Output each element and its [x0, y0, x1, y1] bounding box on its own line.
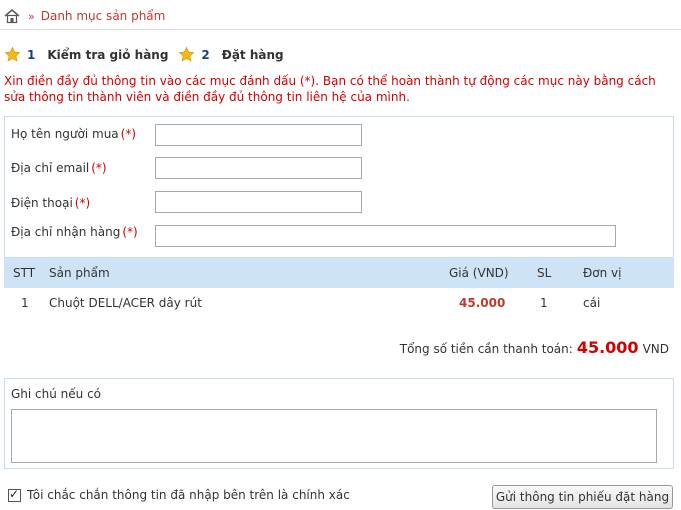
required-mark: (*): [120, 127, 137, 141]
checkout-steps: 1 Kiểm tra giỏ hàng 2 Đặt hàng: [4, 46, 294, 63]
total-currency: VND: [642, 342, 669, 356]
col-price: Giá (VND): [449, 266, 509, 280]
required-mark: (*): [74, 196, 91, 210]
breadcrumb-link-category[interactable]: Danh mục sản phẩm: [41, 9, 166, 23]
address-label: Địa chỉ nhận hàng: [11, 225, 121, 239]
buyer-info-form: Họ tên người mua (*) Địa chỉ email (*) Đ…: [4, 116, 674, 258]
table-row: 1 Chuột DELL/ACER dây rút 45.000 1 cái: [4, 288, 674, 316]
confirm-row: Tôi chắc chắn thông tin đã nhập bên trên…: [8, 487, 350, 502]
submit-order-button[interactable]: Gửi thông tin phiếu đặt hàng: [492, 485, 673, 509]
breadcrumb-separator-icon: »: [28, 9, 35, 23]
email-label: Địa chỉ email: [11, 161, 90, 175]
name-input[interactable]: [155, 124, 362, 146]
divider: [0, 29, 681, 30]
note-section: Ghi chú nếu có: [4, 378, 674, 469]
col-stt: STT: [13, 266, 36, 280]
required-mark: (*): [91, 161, 107, 175]
col-unit: Đơn vị: [583, 266, 622, 280]
star-icon: [178, 46, 195, 63]
phone-row: Điện thoại (*): [11, 196, 90, 210]
note-textarea[interactable]: [11, 409, 657, 463]
address-input[interactable]: [155, 225, 616, 247]
step-2-number: 2: [201, 47, 210, 62]
note-label: Ghi chú nếu có: [11, 387, 102, 401]
col-product: Sản phẩm: [49, 266, 110, 280]
step-2-label: Đặt hàng: [221, 47, 284, 62]
name-row: Họ tên người mua (*): [11, 127, 136, 141]
required-mark: (*): [122, 225, 138, 239]
row-product: Chuột DELL/ACER dây rút: [49, 296, 202, 310]
confirm-label: Tôi chắc chắn thông tin đã nhập bên trên…: [27, 488, 350, 502]
row-stt: 1: [21, 296, 29, 310]
row-unit: cái: [583, 296, 601, 310]
email-input[interactable]: [155, 157, 362, 179]
total-amount: 45.000: [576, 338, 639, 357]
step-1-number: 1: [27, 47, 36, 62]
step-1-label[interactable]: Kiểm tra giỏ hàng: [47, 48, 168, 62]
confirm-checkbox[interactable]: [8, 487, 21, 502]
order-table-header: STT Sản phẩm Giá (VND) SL Đơn vị: [4, 258, 674, 288]
star-icon: [4, 46, 21, 63]
total-label: Tổng số tiền cần thanh toán:: [399, 342, 573, 356]
breadcrumb: » Danh mục sản phẩm: [4, 5, 681, 27]
order-total: Tổng số tiền cần thanh toán: 45.000 VND: [400, 338, 669, 357]
phone-input[interactable]: [155, 191, 362, 213]
name-label: Họ tên người mua: [11, 127, 119, 141]
address-row: Địa chỉ nhận hàng (*): [11, 225, 138, 239]
email-row: Địa chỉ email (*): [11, 161, 107, 175]
home-icon[interactable]: [4, 8, 20, 24]
row-price: 45.000: [459, 296, 506, 310]
phone-label: Điện thoại: [11, 196, 73, 210]
col-qty: SL: [537, 266, 552, 280]
row-qty: 1: [540, 296, 548, 310]
form-notice: Xin điền đầy đủ thông tin vào các mục đá…: [4, 74, 656, 104]
